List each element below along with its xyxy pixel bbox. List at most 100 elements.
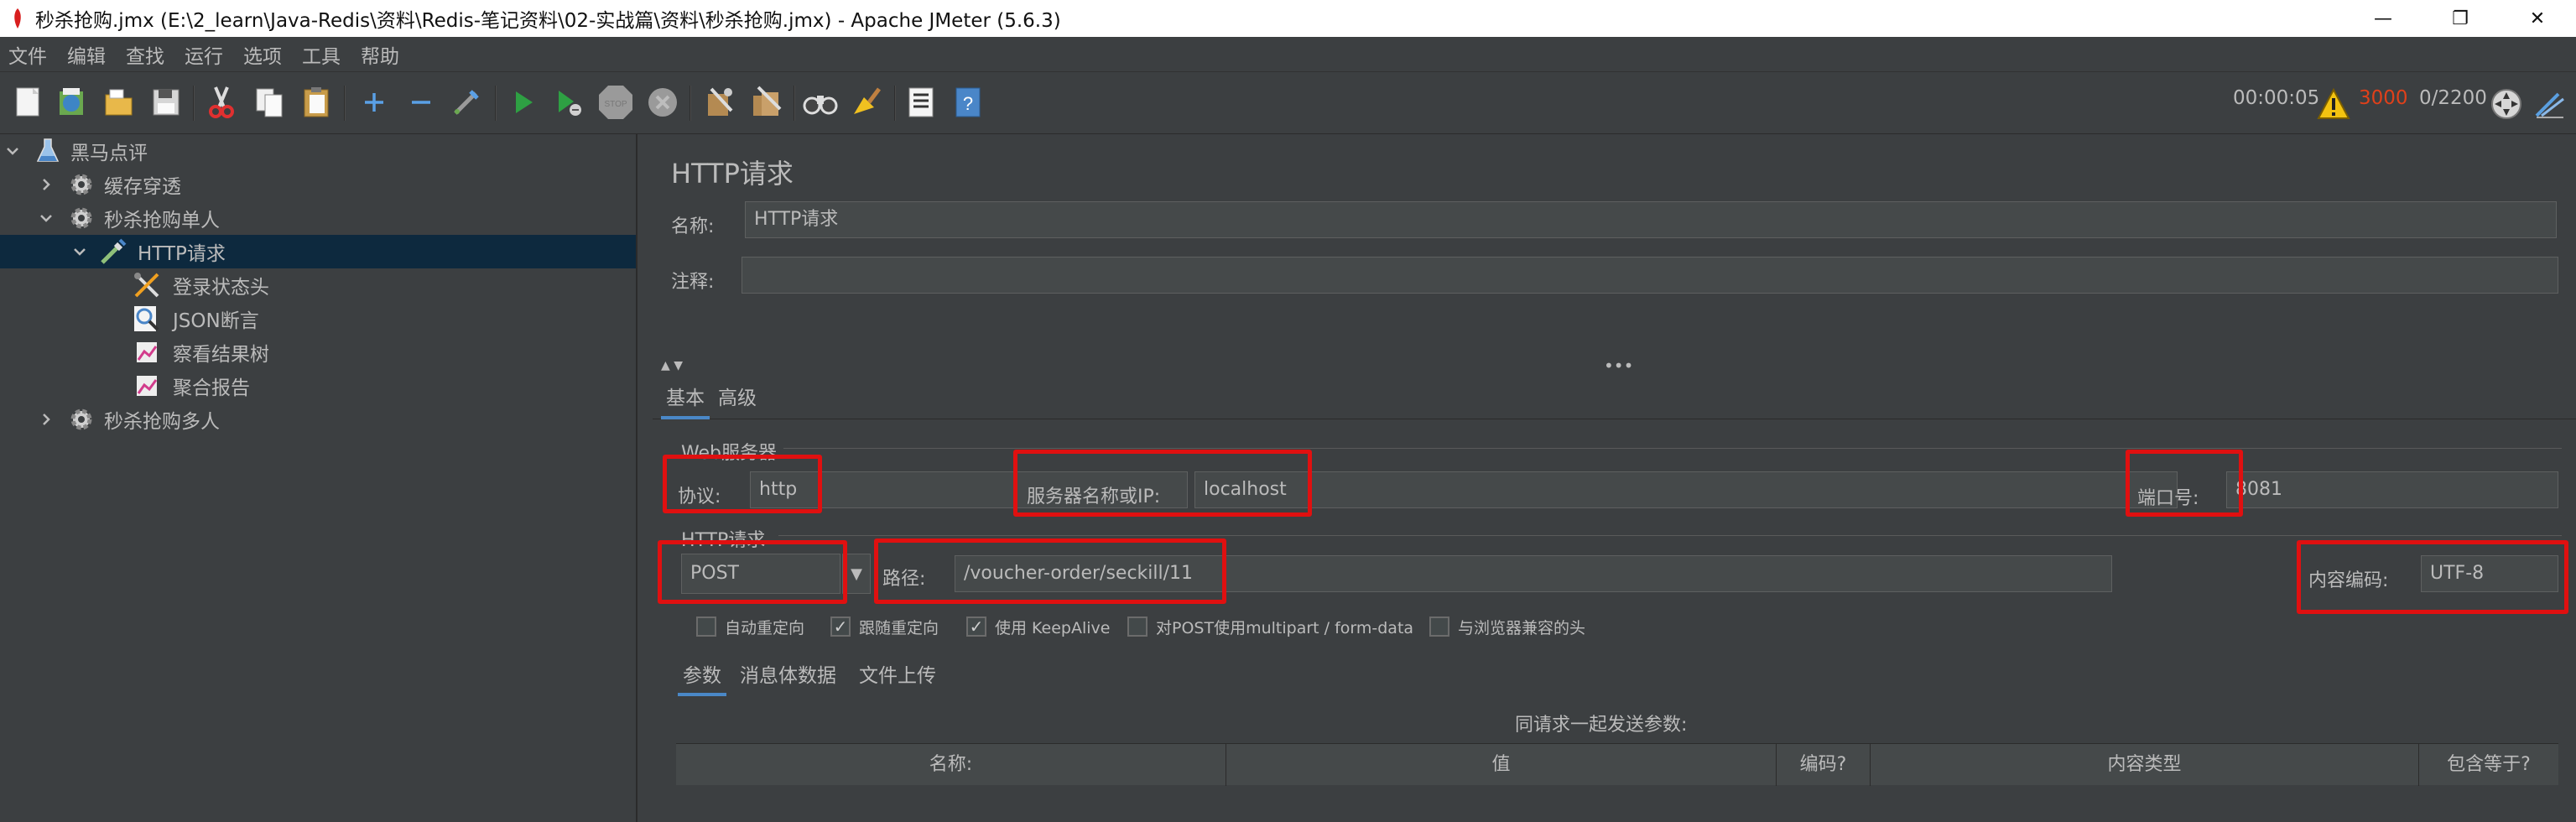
stop-icon[interactable]: STOP [597, 84, 634, 121]
toggle-icon[interactable] [448, 84, 485, 121]
tab-advanced[interactable]: 高级 [718, 377, 757, 419]
checkbox-label: 使用 KeepAlive [995, 618, 1111, 637]
chevron-down-icon[interactable] [37, 209, 55, 227]
follow-redirect-checkbox[interactable]: ✓ 跟随重定向 [830, 614, 939, 639]
chart-icon [133, 338, 161, 367]
menu-options[interactable]: 选项 [235, 40, 294, 69]
clear-all-icon[interactable] [748, 84, 785, 121]
comment-input[interactable] [742, 257, 2558, 294]
svg-text:STOP: STOP [604, 100, 627, 109]
tree-item-label: JSON断言 [173, 310, 259, 332]
chevron-right-icon[interactable] [37, 410, 55, 429]
tree-item-login-header[interactable]: 登录状态头 [0, 268, 636, 302]
name-label: 名称: [671, 216, 715, 237]
server-input[interactable]: localhost [1194, 471, 2178, 508]
save-icon[interactable] [148, 84, 185, 121]
chevron-down-icon[interactable] [70, 242, 89, 261]
start-no-pause-icon[interactable] [550, 84, 587, 121]
gear-icon [67, 204, 96, 232]
checkbox-box[interactable] [1429, 616, 1449, 637]
new-icon[interactable] [10, 84, 47, 121]
reset-search-broom-icon[interactable] [847, 84, 884, 121]
menu-tools[interactable]: 工具 [294, 40, 352, 69]
column-value[interactable]: 值 [1226, 744, 1777, 786]
expand-plus-icon[interactable] [356, 84, 393, 121]
auto-redirect-checkbox[interactable]: 自动重定向 [696, 614, 804, 639]
menu-edit[interactable]: 编辑 [59, 40, 117, 69]
column-encode[interactable]: 编码? [1777, 744, 1871, 786]
copy-icon[interactable] [252, 84, 289, 121]
column-name[interactable]: 名称: [676, 744, 1226, 786]
tree-item-cache-penetration[interactable]: 缓存穿透 [0, 168, 636, 201]
tree-item-label: 秒杀抢购单人 [104, 210, 220, 232]
splitter-handle-icon[interactable]: ••• [1604, 356, 1633, 376]
jmeter-feather-icon [10, 8, 25, 29]
checkmark-icon[interactable]: ✓ [966, 616, 986, 637]
browser-compatible-headers-checkbox[interactable]: 与浏览器兼容的头 [1429, 614, 1585, 639]
tab-basic[interactable]: 基本 [661, 377, 710, 419]
chevron-right-icon[interactable] [37, 175, 55, 194]
tools-icon [133, 271, 161, 299]
tree-item-test-plan[interactable]: 黑马点评 [0, 134, 636, 168]
collapse-minus-icon[interactable] [403, 84, 440, 121]
open-icon[interactable] [101, 84, 138, 121]
cut-icon[interactable] [203, 84, 240, 121]
highlight-port [2126, 450, 2243, 517]
function-helper-icon[interactable] [903, 84, 939, 121]
toolbar-separator [894, 86, 896, 121]
tree-item-json-assertion[interactable]: JSON断言 [0, 302, 636, 336]
checkbox-box[interactable] [1127, 616, 1147, 637]
multipart-checkbox[interactable]: 对POST使用multipart / form-data [1127, 614, 1413, 639]
paste-icon[interactable] [299, 84, 336, 121]
help-icon[interactable]: ? [950, 84, 986, 121]
tab-files-upload[interactable]: 文件上传 [859, 656, 936, 696]
menu-run[interactable]: 运行 [176, 40, 235, 69]
toolbar-separator [794, 86, 795, 121]
checkbox-label: 与浏览器兼容的头 [1458, 618, 1586, 637]
http-request-panel: HTTP请求 名称: HTTP请求 注释: ▲ ▼ ••• 基本 高级 Web服… [653, 134, 2576, 822]
window-title: 秒杀抢购.jmx (E:\2_learn\Java-Redis\资料\Redis… [35, 10, 1061, 32]
tree-item-label: 登录状态头 [173, 277, 269, 299]
checkmark-icon[interactable]: ✓ [830, 616, 851, 637]
menu-file[interactable]: 文件 [0, 40, 59, 69]
tree-item-view-results-tree[interactable]: 察看结果树 [0, 336, 636, 369]
shutdown-icon[interactable] [644, 84, 681, 121]
minimize-button[interactable]: — [2344, 0, 2422, 37]
maximize-button[interactable]: ❐ [2422, 0, 2499, 37]
gear-icon [67, 170, 96, 199]
error-count: 3000 [2359, 87, 2408, 109]
warning-icon[interactable] [2317, 87, 2350, 121]
log-viewer-icon[interactable] [2532, 86, 2568, 122]
tree-item-seckill-multi[interactable]: 秒杀抢购多人 [0, 403, 636, 436]
start-icon[interactable] [505, 84, 542, 121]
templates-icon[interactable] [54, 84, 91, 121]
tree-item-seckill-single[interactable]: 秒杀抢购单人 [0, 201, 636, 235]
panel-title: HTTP请求 [671, 158, 794, 190]
remote-control-icon[interactable] [2488, 86, 2525, 122]
highlight-encoding [2297, 540, 2568, 614]
tree-item-http-request[interactable]: HTTP请求 [0, 235, 636, 268]
clear-icon[interactable] [701, 84, 738, 121]
menu-search[interactable]: 查找 [117, 40, 176, 69]
close-button[interactable]: ✕ [2499, 0, 2576, 37]
menu-help[interactable]: 帮助 [352, 40, 411, 69]
name-input[interactable]: HTTP请求 [745, 201, 2557, 238]
close-icon: ✕ [2529, 8, 2546, 29]
highlight-server [1013, 450, 1312, 517]
tab-body-data[interactable]: 消息体数据 [740, 656, 836, 696]
group-divider [778, 535, 2562, 536]
column-include-equals[interactable]: 包含等于? [2419, 744, 2558, 786]
port-input[interactable]: 8081 [2226, 471, 2558, 508]
chevron-down-icon[interactable] [3, 142, 22, 160]
keepalive-checkbox[interactable]: ✓ 使用 KeepAlive [966, 614, 1110, 639]
search-binoculars-icon[interactable] [802, 84, 839, 121]
highlight-method [658, 540, 847, 604]
toolbar: STOP ? 00:00:05 3000 0/2200 [0, 72, 2576, 134]
checkbox-box[interactable] [696, 616, 716, 637]
collapse-arrows-icon[interactable]: ▲ ▼ [661, 359, 683, 372]
magnifier-icon [133, 304, 161, 333]
tree-item-label: 聚合报告 [173, 377, 250, 399]
tab-parameters[interactable]: 参数 [678, 656, 726, 696]
column-content-type[interactable]: 内容类型 [1871, 744, 2419, 786]
tree-item-aggregate-report[interactable]: 聚合报告 [0, 369, 636, 403]
